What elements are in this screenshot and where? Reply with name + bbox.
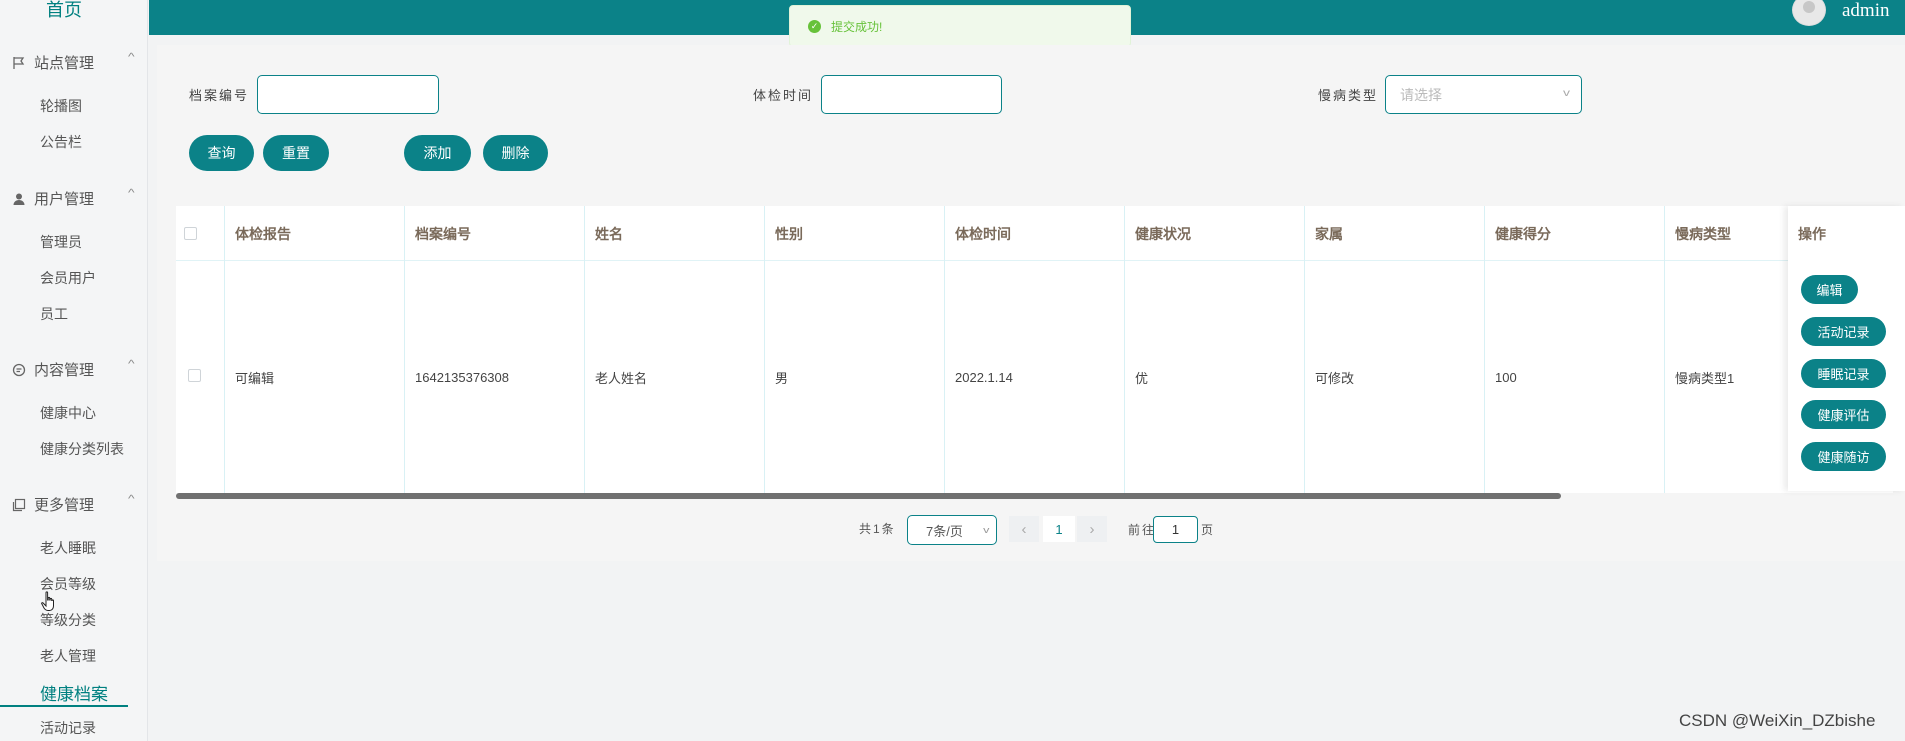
page-size-value: 7条/页	[926, 523, 963, 539]
sidebar-group-more[interactable]: 更多管理 ^	[12, 494, 135, 515]
add-button[interactable]: 添加	[404, 135, 471, 171]
prev-page-button[interactable]: ‹	[1009, 516, 1039, 542]
goto-page-input[interactable]: 1	[1153, 516, 1198, 543]
sidebar-item-health-categories[interactable]: 健康分类列表	[40, 439, 124, 459]
sidebar-group-label: 站点管理	[34, 55, 95, 72]
activity-records-button[interactable]: 活动记录	[1801, 317, 1886, 346]
page-suffix: 页	[1201, 523, 1214, 537]
mouse-cursor-icon	[41, 591, 54, 611]
exam-time-input[interactable]	[821, 75, 1002, 114]
sidebar-group-site[interactable]: 站点管理 ^	[12, 52, 135, 73]
chevron-up-icon: ^	[128, 52, 135, 63]
sidebar-group-content[interactable]: 内容管理 ^	[12, 359, 135, 380]
cell-report: 可编辑	[224, 261, 404, 493]
sidebar-group-users[interactable]: 用户管理 ^	[12, 188, 135, 209]
sidebar-item-staff[interactable]: 员工	[40, 304, 68, 324]
column-header[interactable]: 健康状况	[1124, 206, 1304, 261]
column-header[interactable]: 家属	[1304, 206, 1484, 261]
sidebar-item-activity-records[interactable]: 活动记录	[40, 718, 96, 738]
page-number-current[interactable]: 1	[1043, 516, 1075, 542]
delete-button[interactable]: 删除	[483, 135, 548, 171]
check-circle-icon: ✓	[808, 19, 821, 33]
health-assessment-button[interactable]: 健康评估	[1801, 400, 1886, 429]
column-header: 操作	[1798, 226, 1826, 242]
actions-column: 操作 编辑 活动记录 睡眠记录 健康评估 健康随访	[1788, 206, 1905, 491]
column-header[interactable]: 档案编号	[404, 206, 584, 261]
flag-icon	[12, 56, 26, 70]
sidebar-item-health-records[interactable]: 健康档案	[40, 680, 108, 705]
chevron-up-icon: ^	[128, 494, 135, 505]
cell-name: 老人姓名	[584, 261, 764, 493]
sidebar-item-carousel[interactable]: 轮播图	[40, 96, 82, 116]
chevron-up-icon: ^	[128, 359, 135, 370]
records-table: 体检报告 档案编号 姓名 性别 体检时间 健康状况 家属 健康得分 慢病类型 可…	[176, 206, 1893, 493]
cell-family: 可修改	[1304, 261, 1484, 493]
sidebar-item-level-categories[interactable]: 等级分类	[40, 610, 96, 630]
sidebar-home-link[interactable]: 首页	[46, 0, 82, 22]
sidebar-item-health-center[interactable]: 健康中心	[40, 403, 96, 423]
pagination-total: 共1条	[859, 522, 896, 536]
exam-time-label: 体检时间	[753, 88, 814, 103]
cell-status: 优	[1124, 261, 1304, 493]
column-header[interactable]: 健康得分	[1484, 206, 1664, 261]
user-icon	[12, 192, 26, 206]
edit-button[interactable]: 编辑	[1801, 275, 1858, 304]
success-toast: ✓ 提交成功!	[789, 5, 1131, 47]
health-followup-button[interactable]: 健康随访	[1801, 442, 1886, 471]
record-no-input[interactable]	[257, 75, 439, 114]
watermark: CSDN @WeiXin_DZbishe	[1679, 711, 1876, 730]
next-page-button[interactable]: ›	[1077, 516, 1107, 542]
cell-record-no: 1642135376308	[404, 261, 584, 493]
cell-disease-type: 慢病类型1	[1664, 261, 1794, 493]
chevron-down-icon: v	[982, 525, 989, 535]
chat-icon	[12, 363, 26, 377]
table-header: 体检报告 档案编号 姓名 性别 体检时间 健康状况 家属 健康得分 慢病类型	[176, 206, 1893, 261]
sidebar-group-label: 更多管理	[34, 497, 95, 514]
column-header[interactable]: 性别	[764, 206, 944, 261]
reset-button[interactable]: 重置	[263, 135, 329, 171]
sidebar-item-elder-management[interactable]: 老人管理	[40, 646, 96, 666]
sleep-records-button[interactable]: 睡眠记录	[1801, 359, 1886, 388]
goto-label: 前往	[1128, 523, 1157, 537]
select-placeholder: 请选择	[1400, 86, 1442, 103]
horizontal-scrollbar[interactable]	[176, 493, 1561, 499]
column-header[interactable]: 姓名	[584, 206, 764, 261]
select-all-checkbox[interactable]	[184, 227, 197, 240]
cell-gender: 男	[764, 261, 944, 493]
sidebar-item-members[interactable]: 会员用户	[40, 268, 96, 288]
row-checkbox[interactable]	[188, 369, 201, 382]
sidebar-item-notice[interactable]: 公告栏	[40, 132, 82, 152]
toast-message: 提交成功!	[831, 19, 883, 34]
query-button[interactable]: 查询	[189, 135, 254, 171]
column-header[interactable]: 体检报告	[224, 206, 404, 261]
username[interactable]: admin	[1842, 0, 1890, 22]
column-header[interactable]: 慢病类型	[1664, 206, 1794, 261]
disease-type-select[interactable]: 请选择 v	[1385, 75, 1582, 114]
chevron-down-icon: v	[1563, 88, 1570, 99]
active-indicator	[0, 705, 128, 707]
chevron-up-icon: ^	[128, 188, 135, 199]
copy-icon	[12, 498, 26, 512]
sidebar-item-admins[interactable]: 管理员	[40, 232, 82, 252]
sidebar: 首页 站点管理 ^ 轮播图 公告栏 用户管理 ^ 管理员 会员用户 员工 内容管…	[0, 0, 148, 741]
page-size-select[interactable]: 7条/页 v	[907, 515, 997, 545]
sidebar-group-label: 用户管理	[34, 191, 95, 208]
record-no-label: 档案编号	[189, 88, 250, 103]
sidebar-item-elder-sleep[interactable]: 老人睡眠	[40, 538, 96, 558]
column-header[interactable]: 体检时间	[944, 206, 1124, 261]
sidebar-group-label: 内容管理	[34, 362, 95, 379]
cell-exam-time: 2022.1.14	[944, 261, 1124, 493]
disease-type-label: 慢病类型	[1318, 88, 1379, 103]
cell-score: 100	[1484, 261, 1664, 493]
